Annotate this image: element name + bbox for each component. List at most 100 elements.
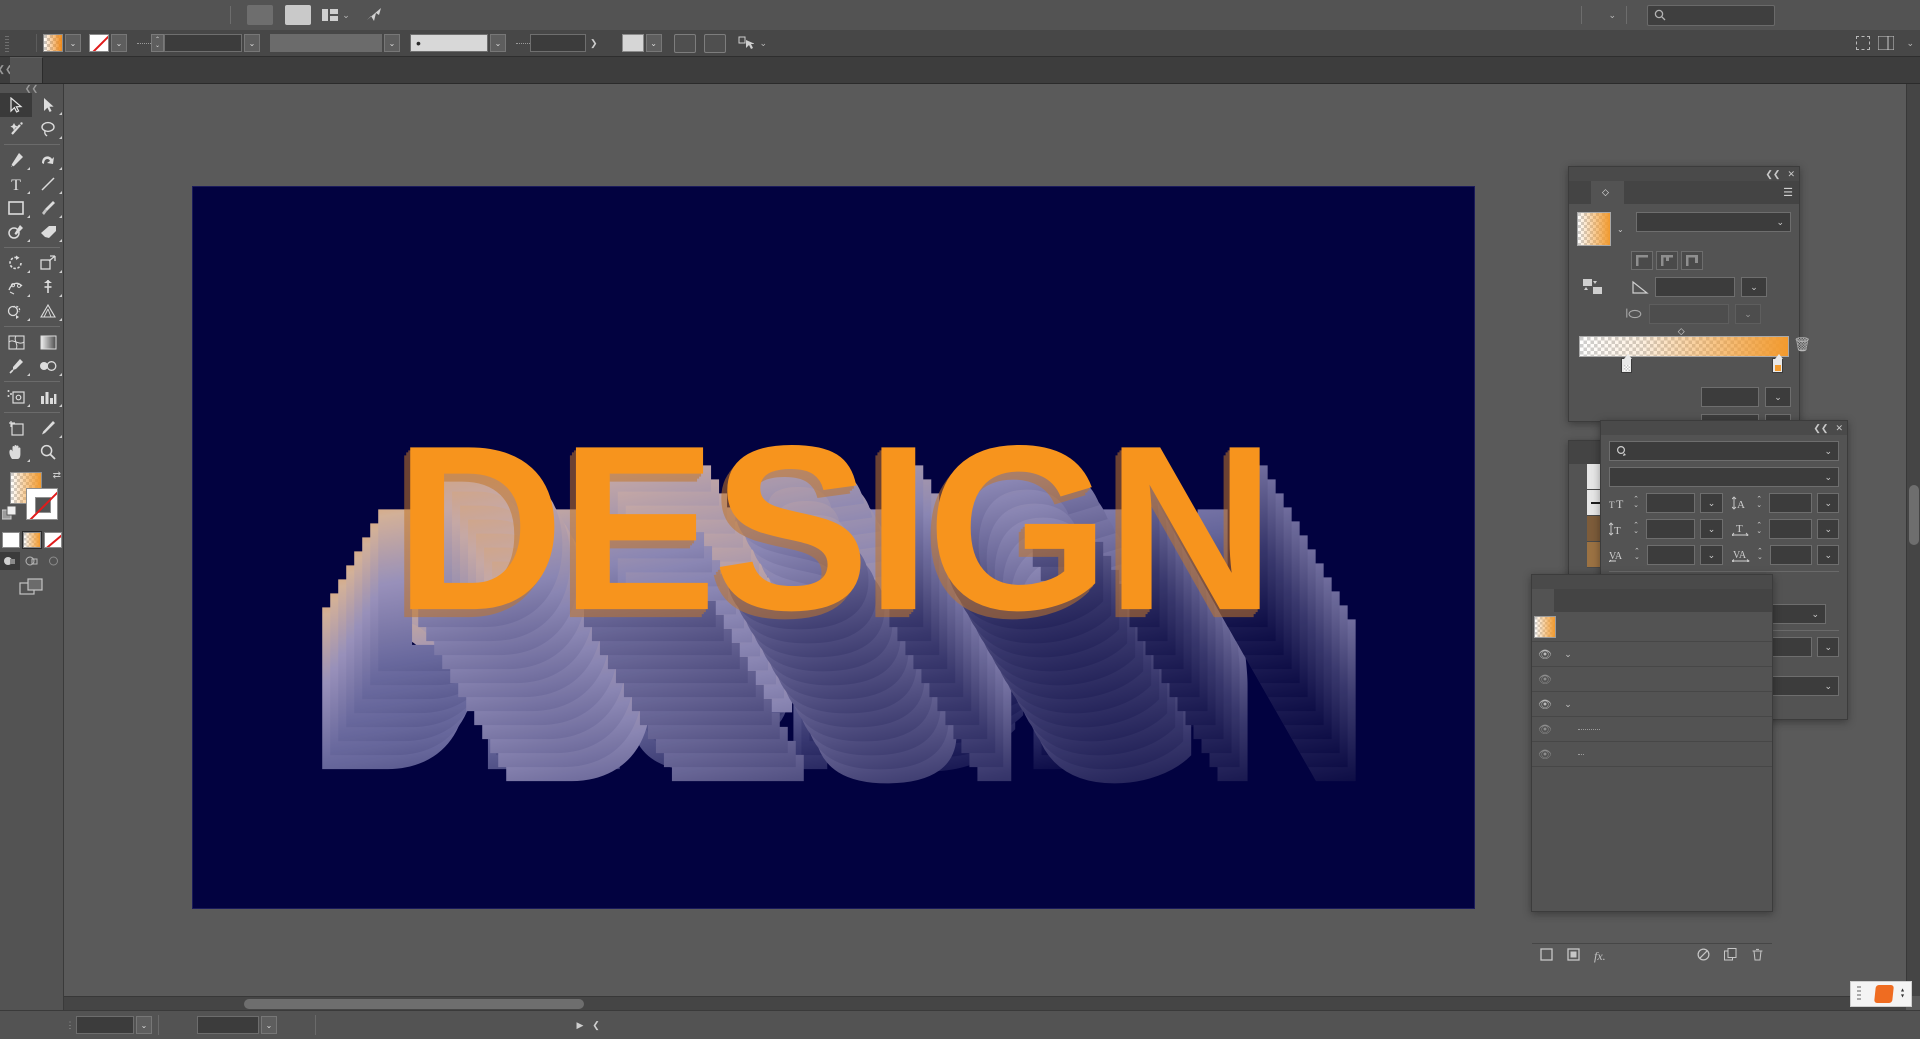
menu-select[interactable] <box>120 0 140 30</box>
rectangle-tool[interactable] <box>0 196 32 220</box>
selection-tool[interactable] <box>0 93 32 117</box>
reverse-gradient-icon[interactable] <box>1577 277 1611 297</box>
swap-fill-stroke-icon[interactable]: ⇄ <box>53 470 61 481</box>
mesh-tool[interactable] <box>0 330 32 354</box>
perspective-grid-tool[interactable] <box>32 299 64 323</box>
duplicate-item-icon[interactable] <box>1724 948 1737 964</box>
gradient-preview-swatch[interactable] <box>1577 212 1611 246</box>
vertical-scrollbar[interactable] <box>1906 84 1920 996</box>
stroke-weight-chevron-icon[interactable]: ⌄ <box>244 34 260 52</box>
font-size-input[interactable] <box>1646 493 1695 513</box>
status-flyout-icon[interactable]: ▶ <box>572 1016 588 1034</box>
magic-wand-tool[interactable] <box>0 117 32 141</box>
menu-help[interactable] <box>200 0 220 30</box>
hand-tool[interactable] <box>0 440 32 464</box>
stroke-weight-input[interactable] <box>164 34 242 52</box>
ime-indicator[interactable]: ▴▾ <box>1850 981 1912 1007</box>
delete-stop-icon[interactable]: 🗑 <box>1793 336 1811 353</box>
paintbrush-tool[interactable] <box>32 196 64 220</box>
collapse-icon[interactable]: ❮❮ <box>1813 423 1828 434</box>
stroke-along-icon[interactable] <box>1656 251 1678 270</box>
chevron-down-icon[interactable]: ⌄ <box>1906 38 1914 49</box>
fill-swatch-group[interactable]: ⌄ <box>43 34 81 52</box>
appearance-panel[interactable]: 👁 ⌄ 👁 👁 ⌄ 👁 👁 <box>1531 574 1773 912</box>
gradient-slider[interactable]: ◇ 🗑 <box>1579 336 1789 357</box>
vertical-scroll-thumb[interactable] <box>1909 485 1919 545</box>
appearance-target-swatch[interactable] <box>1534 616 1556 638</box>
shape-builder-tool[interactable] <box>0 299 32 323</box>
color-mode-solid-button[interactable] <box>2 532 20 548</box>
status-resize-icon[interactable]: ❮ <box>588 1016 604 1034</box>
draw-behind-icon[interactable] <box>22 552 42 570</box>
curvature-tool[interactable] <box>32 148 64 172</box>
sogou-ime-icon[interactable] <box>1874 985 1894 1003</box>
artboard-number-chevron-icon[interactable]: ⌄ <box>261 1016 277 1034</box>
default-fill-stroke-icon[interactable] <box>2 506 17 524</box>
status-bar-grip[interactable]: ⋮ <box>64 1015 76 1035</box>
menu-object[interactable] <box>80 0 100 30</box>
kerning-stepper[interactable]: ⌃⌄ <box>1632 549 1642 561</box>
clear-appearance-icon[interactable] <box>1697 948 1710 964</box>
artboard-tool[interactable] <box>0 416 32 440</box>
gradient-tool[interactable] <box>32 330 64 354</box>
slice-tool[interactable] <box>32 416 64 440</box>
blend-tool[interactable] <box>32 354 64 378</box>
next-artboard-button[interactable] <box>277 1016 293 1034</box>
arrange-documents-icon[interactable]: ⌄ <box>323 5 349 25</box>
lasso-tool[interactable] <box>32 117 64 141</box>
tab-appearance[interactable] <box>1532 589 1554 612</box>
zoom-tool[interactable] <box>32 440 64 464</box>
horizontal-scale-stepper[interactable]: ⌃⌄ <box>1754 523 1764 535</box>
visibility-eye-icon[interactable]: 👁 <box>1532 748 1558 761</box>
stroke-swatch[interactable] <box>89 34 109 52</box>
bridge-icon[interactable] <box>247 5 273 25</box>
menu-effect[interactable] <box>140 0 160 30</box>
stock-search-input[interactable] <box>1647 5 1775 26</box>
gradient-ramp[interactable] <box>1579 336 1789 357</box>
gradient-angle-input[interactable] <box>1655 277 1735 297</box>
menu-file[interactable] <box>40 0 60 30</box>
stroke-profile-chevron-icon[interactable]: ⌄ <box>384 34 400 52</box>
rotate-tool[interactable] <box>0 251 32 275</box>
kerning-chevron-icon[interactable]: ⌄ <box>1700 545 1723 565</box>
add-new-stroke-icon[interactable] <box>1540 948 1553 964</box>
ime-drag-handle[interactable] <box>1857 986 1861 1002</box>
appearance-row-object-opacity[interactable]: 👁 <box>1532 742 1772 767</box>
panel-layout-icon[interactable] <box>1878 36 1894 50</box>
appearance-row-stroke[interactable]: 👁 ⌄ <box>1532 642 1772 667</box>
menu-type[interactable] <box>100 0 120 30</box>
window-maximize-button[interactable] <box>1830 0 1875 30</box>
document-tab[interactable] <box>10 57 43 83</box>
fill-dropdown-chevron-icon[interactable]: ⌄ <box>65 34 81 52</box>
expand-chevron-icon[interactable]: ⌄ <box>1558 699 1578 710</box>
menu-view[interactable] <box>160 0 180 30</box>
preferences-button[interactable] <box>704 34 726 53</box>
chevron-down-icon[interactable]: ⌄ <box>760 38 768 49</box>
appearance-row-stroke-opacity[interactable]: 👁 <box>1532 667 1772 692</box>
gradient-aspect-input[interactable] <box>1649 304 1729 324</box>
chevron-down-icon[interactable]: ⌄ <box>1608 10 1616 21</box>
color-mode-none-button[interactable] <box>44 532 62 548</box>
stock-icon[interactable] <box>285 5 311 25</box>
gradient-panel-menu-icon[interactable]: ☰ <box>1783 181 1799 204</box>
style-chevron-icon[interactable]: ⌄ <box>646 34 662 52</box>
visibility-eye-icon[interactable]: 👁 <box>1532 648 1558 661</box>
tracking-stepper[interactable]: ⌃⌄ <box>1755 549 1765 561</box>
gradient-type-select[interactable]: ⌄ <box>1636 212 1791 232</box>
last-artboard-button[interactable] <box>293 1016 309 1034</box>
color-mode-gradient-button[interactable] <box>23 532 41 548</box>
pen-tool[interactable] <box>0 148 32 172</box>
select-similar-objects-icon[interactable]: ⌄ <box>738 36 768 51</box>
stroke-swatch-group[interactable]: ⌄ <box>89 34 127 52</box>
type-tool[interactable]: T <box>0 172 32 196</box>
gradient-opacity-input[interactable] <box>1701 387 1759 407</box>
ime-more-icon[interactable]: ▴▾ <box>1900 988 1905 1000</box>
gradient-stop-start[interactable] <box>1621 358 1632 373</box>
artboard-number-input[interactable] <box>197 1016 259 1034</box>
free-transform-tool[interactable] <box>32 275 64 299</box>
menu-window[interactable] <box>180 0 200 30</box>
artboard[interactable]: DESIGN <box>193 187 1474 908</box>
fill-swatch[interactable] <box>43 34 63 52</box>
eyedropper-tool[interactable] <box>0 354 32 378</box>
tab-bar-grip[interactable]: ❮❮ <box>0 56 10 83</box>
